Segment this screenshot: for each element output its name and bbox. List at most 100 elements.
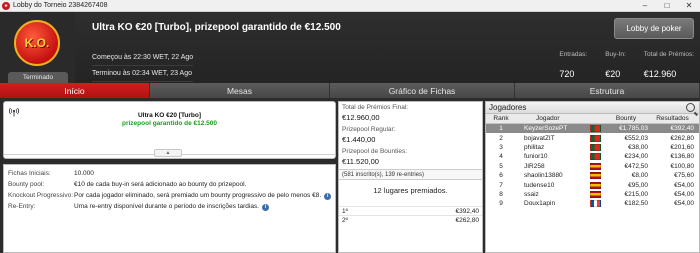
regular-pool-label: Prizepool Regular:: [342, 126, 396, 133]
status-badge: Terminado: [8, 72, 68, 83]
player-row[interactable]: 3 philitaz €38,00 €201,60: [486, 143, 699, 152]
detail-value: €10 de cada buy-in será adicionado ao bo…: [74, 181, 247, 188]
player-bounty: €552,03: [624, 134, 649, 142]
poker-lobby-button[interactable]: Lobby de poker: [614, 18, 694, 39]
player-row[interactable]: 8 ssaiz €215,00 €54,00: [486, 190, 699, 199]
player-result: €54,00: [674, 200, 694, 208]
player-row[interactable]: 4 funior10 €234,00 €136,80: [486, 152, 699, 161]
search-icon[interactable]: [686, 103, 695, 112]
entries-stat: Entradas: 720: [559, 51, 587, 79]
players-title: Jogadores: [489, 103, 527, 112]
col-results[interactable]: Resultados: [651, 115, 698, 122]
flag-cell: [586, 125, 604, 133]
total-prize-stat: Total de Prémios: €12.960: [644, 51, 694, 79]
detail-row: Re-Entry: Uma re-entry disponível durant…: [4, 201, 335, 212]
player-result: €54,00: [674, 181, 694, 189]
detail-key: Knockout Progressivo:: [8, 192, 74, 199]
payout-position: 1º: [342, 207, 348, 215]
player-rank: 7: [499, 181, 503, 189]
tab-mesas[interactable]: Mesas: [150, 83, 330, 98]
player-row[interactable]: 2 bojavatZIT €552,03 €262,80: [486, 133, 699, 142]
players-panel: Jogadores Rank Jogador Bounty Resultados…: [485, 101, 700, 253]
players-header: Jogadores: [486, 102, 699, 114]
portugal-flag-icon: [589, 125, 601, 133]
flag-cell: [586, 200, 604, 208]
player-row[interactable]: 9 Doux1apin €182,50 €54,00: [486, 199, 699, 208]
info-icon[interactable]: i: [324, 192, 332, 200]
collapse-button[interactable]: ▲: [154, 149, 182, 157]
player-bounty: €472,50: [624, 162, 649, 170]
places-paid: 12 lugares premiados.: [373, 186, 448, 195]
buyin-value: €20: [605, 69, 621, 79]
tournament-header: K.O. Terminado Ultra KO €20 [Turbo], pri…: [0, 12, 700, 83]
knockout-logo: K.O.: [14, 20, 60, 66]
info-icon[interactable]: i: [261, 203, 269, 211]
players-columns: Rank Jogador Bounty Resultados: [486, 114, 699, 124]
player-name: KeyzerSozePT: [524, 125, 568, 133]
player-name: JIR258: [524, 162, 545, 170]
maximize-button[interactable]: □: [656, 0, 678, 12]
flag-cell: [586, 181, 604, 189]
tab-grafico-de-fichas[interactable]: Gráfico de Fichas: [330, 83, 515, 98]
player-name: funior10: [524, 153, 548, 161]
detail-value: Por cada jogador eliminado, será premiad…: [74, 191, 322, 199]
flag-cell: [586, 143, 604, 151]
player-rank: 2: [499, 134, 503, 142]
player-row[interactable]: 7 tudense10 €95,00 €54,00: [486, 180, 699, 189]
minimize-button[interactable]: –: [634, 0, 656, 12]
window-controls: – □ ✕: [634, 0, 700, 12]
detail-value-wrap: Uma re-entry disponível durante o períod…: [74, 203, 335, 211]
tournament-name: Ultra KO €20 [Turbo], prizepool garantid…: [92, 22, 341, 33]
tournament-info-box: Ultra KO €20 [Turbo] prizepool garantido…: [3, 101, 336, 159]
detail-value-wrap: Por cada jogador eliminado, será premiad…: [74, 192, 335, 200]
tab-inicio[interactable]: Início: [0, 83, 150, 98]
player-row[interactable]: 5 JIR258 €472,50 €100,80: [486, 162, 699, 171]
player-result: €201,60: [670, 143, 695, 151]
tab-estrutura[interactable]: Estrutura: [515, 83, 700, 98]
col-bounty[interactable]: Bounty: [604, 115, 651, 122]
entries-note: (581 inscrito(s), 139 re-entries): [339, 169, 482, 180]
payout-row: 2º €262,80: [339, 215, 482, 224]
player-rank: 5: [499, 162, 503, 170]
player-result: €54,00: [674, 190, 694, 198]
detail-value: Uma re-entry disponível durante o períod…: [74, 202, 259, 210]
flag-cell: [586, 162, 604, 170]
player-rank: 1: [499, 125, 503, 133]
portugal-flag-icon: [589, 134, 601, 142]
chevron-up-icon: ▲: [165, 150, 171, 156]
header-stats: Entradas: 720 Buy-In: €20 Total de Prémi…: [541, 51, 694, 79]
main-content: Ultra KO €20 [Turbo] prizepool garantido…: [0, 98, 700, 253]
player-row[interactable]: 1 KeyzerSozePT €1.785,03 €392,40: [486, 124, 699, 134]
bounty-pool-value: €11.520,00: [342, 157, 379, 166]
player-rank: 6: [499, 172, 503, 180]
player-result: €75,60: [674, 172, 694, 180]
flag-cell: [586, 153, 604, 161]
col-player[interactable]: Jogador: [516, 115, 586, 122]
player-row[interactable]: 6 shaolin13880 €8,00 €75,60: [486, 171, 699, 180]
entries-value: 720: [559, 69, 575, 79]
detail-key: Bounty pool:: [8, 181, 45, 188]
col-rank[interactable]: Rank: [486, 115, 516, 122]
portugal-flag-icon: [589, 153, 601, 161]
player-result: €262,80: [670, 134, 695, 142]
close-button[interactable]: ✕: [678, 0, 700, 12]
info-guarantee: prizepool garantido de €12.500: [122, 120, 217, 127]
buyin-stat: Buy-In: €20: [605, 51, 626, 79]
player-bounty: €95,00: [628, 181, 648, 189]
total-prize-label: Total de Prémios:: [643, 51, 694, 58]
spain-flag-icon: [589, 162, 601, 170]
pokerstars-icon: [2, 1, 10, 10]
bounty-pool-label: Prizepool de Bounties:: [342, 148, 408, 155]
player-bounty: €38,00: [628, 143, 648, 151]
player-name: Doux1apin: [524, 200, 556, 208]
detail-key: Fichas Iniciais:: [8, 170, 51, 177]
detail-row: Knockout Progressivo: Por cada jogador e…: [4, 190, 335, 201]
portugal-flag-icon: [589, 143, 601, 151]
player-bounty: €234,00: [624, 153, 649, 161]
player-name: philitaz: [524, 143, 545, 151]
payout-amount: €262,80: [455, 216, 480, 224]
player-name: bojavatZIT: [524, 134, 555, 142]
lobby-tabs: Início Mesas Gráfico de Fichas Estrutura: [0, 83, 700, 98]
player-name: shaolin13880: [524, 172, 563, 180]
spain-flag-icon: [589, 181, 601, 189]
